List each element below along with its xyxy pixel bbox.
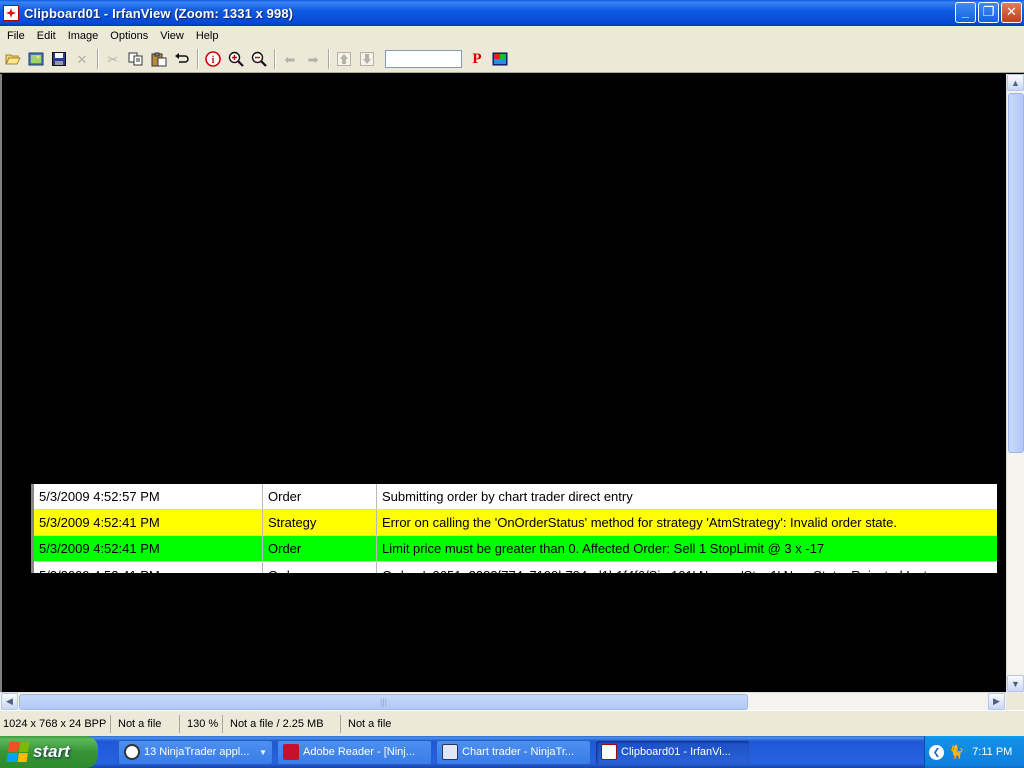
vertical-scrollbar[interactable]: ▲ ▼ — [1006, 74, 1024, 692]
svg-text:i: i — [212, 55, 215, 66]
status-size: Not a file / 2.25 MB — [227, 714, 341, 733]
taskbar-item-irfanview[interactable]: Clipboard01 - IrfanVi... — [595, 739, 750, 765]
window-controls: _ ❐ ✕ — [955, 2, 1022, 23]
menu-view[interactable]: View — [154, 30, 190, 42]
log-message: Submitting order by chart trader direct … — [382, 489, 633, 504]
log-message: Order='a0651e2383f774c7199b794ed1b1f4f6/… — [377, 562, 997, 573]
show-hidden-icons-icon[interactable]: ❮ — [929, 744, 944, 760]
chevron-down-icon: ▼ — [259, 747, 267, 757]
toolbar-separator — [197, 49, 199, 69]
table-row[interactable]: 5/3/2009 4:52:41 PM Order Order='a0651e2… — [34, 562, 997, 573]
save-icon[interactable] — [48, 48, 70, 70]
log-category: Order — [263, 562, 377, 573]
open-folder-icon[interactable] — [2, 48, 24, 70]
taskbar-item-label: Clipboard01 - IrfanVi... — [621, 746, 731, 758]
zoom-in-icon[interactable] — [225, 48, 247, 70]
irfanview-icon — [601, 744, 617, 760]
previous-icon[interactable]: ⬅ — [279, 48, 301, 70]
image-canvas[interactable]: 5/3/2009 4:52:57 PM Order Submitting ord… — [0, 74, 1006, 692]
minimize-button[interactable]: _ — [955, 2, 976, 23]
cut-icon[interactable]: ✂ — [102, 48, 124, 70]
taskbar: start 13 NinjaTrader appl... ▼ Adobe Rea… — [0, 736, 1024, 768]
taskbar-item-label: Adobe Reader - [Ninj... — [303, 746, 415, 758]
paste-icon[interactable] — [148, 48, 170, 70]
title-bar[interactable]: Clipboard01 - IrfanView (Zoom: 1331 x 99… — [0, 0, 1024, 26]
first-icon[interactable] — [333, 48, 355, 70]
status-dimensions: 1024 x 768 x 24 BPP — [0, 714, 111, 733]
vertical-scroll-thumb[interactable] — [1008, 93, 1024, 453]
log-time: 5/3/2009 4:52:41 PM — [34, 562, 263, 573]
log-category: Order — [263, 484, 377, 509]
irfanview-app-icon[interactable] — [3, 5, 19, 21]
log-time: 5/3/2009 4:52:57 PM — [34, 484, 263, 509]
paint-icon[interactable] — [489, 48, 511, 70]
delete-icon[interactable]: ✕ — [71, 48, 93, 70]
tray-app-icon[interactable]: 🐈 — [948, 744, 964, 760]
undo-icon[interactable] — [171, 48, 193, 70]
log-time: 5/3/2009 4:52:41 PM — [34, 536, 263, 561]
taskbar-item-chart-trader[interactable]: Chart trader - NinjaTr... — [436, 739, 591, 765]
scroll-left-icon[interactable]: ◀ — [1, 693, 18, 710]
toolbar-separator — [328, 49, 330, 69]
scroll-down-icon[interactable]: ▼ — [1007, 675, 1024, 692]
taskbar-item-label: 13 NinjaTrader appl... — [144, 746, 250, 758]
log-time: 5/3/2009 4:52:41 PM — [34, 510, 263, 535]
info-icon[interactable]: i — [202, 48, 224, 70]
menu-edit[interactable]: Edit — [31, 30, 62, 42]
horizontal-scrollbar[interactable]: ◀ ||| ▶ — [0, 692, 1006, 710]
horizontal-scroll-thumb[interactable]: ||| — [19, 694, 748, 710]
scroll-up-icon[interactable]: ▲ — [1007, 74, 1024, 91]
next-icon[interactable]: ➡ — [302, 48, 324, 70]
log-table: 5/3/2009 4:52:57 PM Order Submitting ord… — [31, 484, 997, 573]
menu-bar: File Edit Image Options View Help — [0, 26, 1024, 46]
menu-options[interactable]: Options — [104, 30, 154, 42]
last-icon[interactable] — [356, 48, 378, 70]
clock[interactable]: 7:11 PM — [972, 746, 1012, 758]
scrollbar-corner — [1006, 692, 1024, 710]
close-button[interactable]: ✕ — [1001, 2, 1022, 23]
menu-file[interactable]: File — [1, 30, 31, 42]
status-zoom: 130 % — [184, 714, 223, 733]
menu-help[interactable]: Help — [190, 30, 225, 42]
maximize-button[interactable]: ❐ — [978, 2, 999, 23]
table-row[interactable]: 5/3/2009 4:52:41 PM Strategy Error on ca… — [34, 510, 997, 536]
toolbar-separator — [97, 49, 99, 69]
log-message: Limit price must be greater than 0. Affe… — [382, 541, 825, 556]
log-category: Strategy — [263, 510, 377, 535]
ninjatrader-icon — [124, 744, 140, 760]
start-button[interactable]: start — [0, 736, 98, 768]
status-bar: 1024 x 768 x 24 BPP Not a file 130 % Not… — [0, 710, 1024, 736]
system-tray: ❮ 🐈 7:11 PM — [924, 736, 1024, 768]
taskbar-item-label: Chart trader - NinjaTr... — [462, 746, 575, 758]
table-row[interactable]: 5/3/2009 4:52:41 PM Order Limit price mu… — [34, 536, 997, 562]
page-input[interactable] — [385, 50, 462, 68]
copy-icon[interactable] — [125, 48, 147, 70]
status-file2: Not a file — [348, 717, 392, 730]
taskbar-item-ninjatrader[interactable]: 13 NinjaTrader appl... ▼ — [118, 739, 273, 765]
scroll-right-icon[interactable]: ▶ — [988, 693, 1005, 710]
windows-flag-icon — [6, 742, 30, 762]
zoom-out-icon[interactable] — [248, 48, 270, 70]
table-row[interactable]: 5/3/2009 4:52:57 PM Order Submitting ord… — [34, 484, 997, 510]
window-title: Clipboard01 - IrfanView (Zoom: 1331 x 99… — [24, 5, 294, 21]
taskbar-item-adobe-reader[interactable]: Adobe Reader - [Ninj... — [277, 739, 432, 765]
log-message: Error on calling the 'OnOrderStatus' met… — [382, 515, 897, 530]
status-file: Not a file — [115, 714, 180, 733]
toolbar-separator — [274, 49, 276, 69]
start-label: start — [33, 742, 70, 761]
chart-trader-icon — [442, 744, 458, 760]
menu-image[interactable]: Image — [62, 30, 105, 42]
slideshow-icon[interactable] — [25, 48, 47, 70]
toolbar: ✕ ✂ i ⬅ ➡ P — [0, 46, 1024, 73]
adobe-reader-icon — [283, 744, 299, 760]
print-p-icon[interactable]: P — [466, 48, 488, 70]
log-category: Order — [263, 536, 377, 561]
